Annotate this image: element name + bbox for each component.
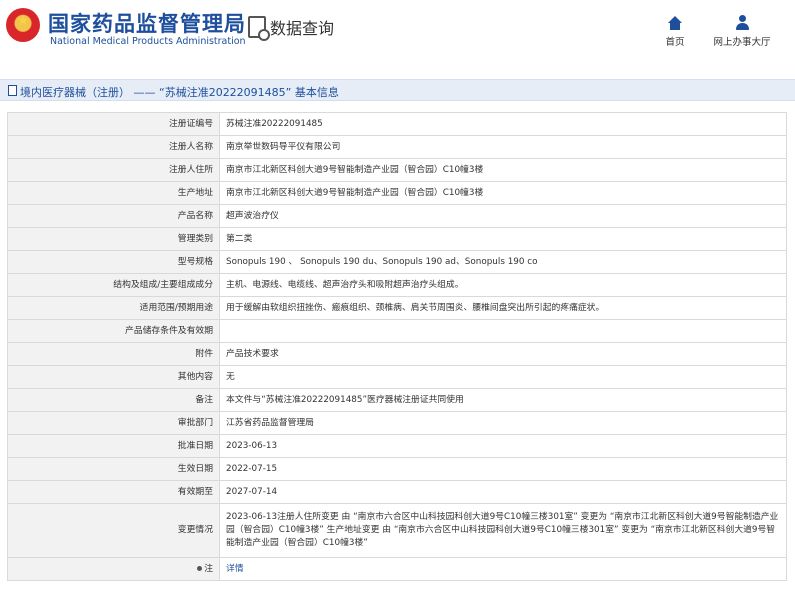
field-value: 2023-06-13 [219, 434, 787, 458]
note-icon [197, 565, 203, 571]
field-value: 南京市江北新区科创大道9号智能制造产业园（智合园）C10幢3楼 [219, 181, 787, 205]
field-value [219, 319, 787, 343]
field-value: Sonopuls 190 、 Sonopuls 190 du、Sonopuls … [219, 250, 787, 274]
table-row: 管理类别 第二类 [7, 227, 787, 251]
field-label: 型号规格 [7, 250, 220, 274]
field-label: 注 [7, 557, 220, 581]
field-value: 超声波治疗仪 [219, 204, 787, 228]
field-label: 管理类别 [7, 227, 220, 251]
field-value: 详情 [219, 557, 787, 581]
nav-online-hall[interactable]: 网上办事大厅 [707, 12, 777, 48]
field-value: 苏械注准20222091485 [219, 112, 787, 136]
page-titlebar: 境内医疗器械（注册） —— “苏械注准20222091485” 基本信息 [0, 79, 795, 101]
home-icon [640, 12, 710, 30]
site-subtitle: National Medical Products Administration [50, 36, 246, 47]
national-emblem-logo: ★ [6, 8, 40, 42]
field-value: 南京市江北新区科创大道9号智能制造产业园（智合园）C10幢3楼 [219, 158, 787, 182]
table-row: 产品储存条件及有效期 [7, 319, 787, 343]
registration-info-table: 注册证编号 苏械注准20222091485 注册人名称 南京举世数码导平仪有限公司 … [7, 112, 787, 581]
field-value: 主机、电源线、电缆线、超声治疗头和吸附超声治疗头组成。 [219, 273, 787, 297]
field-label: 审批部门 [7, 411, 220, 435]
field-label: 注册人名称 [7, 135, 220, 159]
site-title: 国家药品监督管理局 [48, 12, 246, 36]
field-value: 无 [219, 365, 787, 389]
table-row: 备注 本文件与“苏械注准20222091485”医疗器械注册证共同使用 [7, 388, 787, 412]
field-label: 变更情况 [7, 503, 220, 558]
data-query-label: 数据查询 [270, 19, 335, 38]
field-value: 南京举世数码导平仪有限公司 [219, 135, 787, 159]
table-row: 生效日期 2022-07-15 [7, 457, 787, 481]
field-label: 生效日期 [7, 457, 220, 481]
field-label: 其他内容 [7, 365, 220, 389]
table-row: 有效期至 2027-07-14 [7, 480, 787, 504]
search-document-icon [248, 16, 270, 41]
field-value: 产品技术要求 [219, 342, 787, 366]
table-row: 生产地址 南京市江北新区科创大道9号智能制造产业园（智合园）C10幢3楼 [7, 181, 787, 205]
table-row: 适用范围/预期用途 用于缓解由软组织扭挫伤、瘢痕组织、颈椎病、肩关节周围炎、腰椎间… [7, 296, 787, 320]
table-row: 型号规格 Sonopuls 190 、 Sonopuls 190 du、Sonop… [7, 250, 787, 274]
table-row: 其他内容无 [7, 365, 787, 389]
field-label: 产品储存条件及有效期 [7, 319, 220, 343]
field-label: 生产地址 [7, 181, 220, 205]
field-label: 注册人住所 [7, 158, 220, 182]
field-value: 2022-07-15 [219, 457, 787, 481]
table-row: 批准日期 2023-06-13 [7, 434, 787, 458]
field-label: 结构及组成/主要组成成分 [7, 273, 220, 297]
field-label-text: 注 [204, 563, 213, 574]
table-row: 注册人名称 南京举世数码导平仪有限公司 [7, 135, 787, 159]
user-icon [707, 12, 777, 30]
table-row: 变更情况 2023-06-13注册人住所变更 由 “南京市六合区中山科技园科创大道… [7, 503, 787, 558]
field-label: 有效期至 [7, 480, 220, 504]
table-row: 结构及组成/主要组成成分 主机、电源线、电缆线、超声治疗头和吸附超声治疗头组成。 [7, 273, 787, 297]
field-value: 本文件与“苏械注准20222091485”医疗器械注册证共同使用 [219, 388, 787, 412]
table-row: 注 详情 [7, 557, 787, 581]
table-row: 产品名称 超声波治疗仪 [7, 204, 787, 228]
field-label: 附件 [7, 342, 220, 366]
table-row: 注册证编号 苏械注准20222091485 [7, 112, 787, 136]
site-header: ★ 国家药品监督管理局 National Medical Products Ad… [0, 0, 795, 62]
nav-online-hall-label: 网上办事大厅 [713, 37, 771, 48]
table-row: 注册人住所 南京市江北新区科创大道9号智能制造产业园（智合园）C10幢3楼 [7, 158, 787, 182]
field-label: 适用范围/预期用途 [7, 296, 220, 320]
field-value: 2027-07-14 [219, 480, 787, 504]
document-icon [8, 85, 17, 96]
field-label: 备注 [7, 388, 220, 412]
page-title: 境内医疗器械（注册） —— “苏械注准20222091485” 基本信息 [20, 86, 339, 99]
field-value: 第二类 [219, 227, 787, 251]
table-row: 审批部门 江苏省药品监督管理局 [7, 411, 787, 435]
field-value: 2023-06-13注册人住所变更 由 “南京市六合区中山科技园科创大道9号C1… [219, 503, 787, 558]
nav-home-label: 首页 [665, 37, 685, 48]
field-label: 批准日期 [7, 434, 220, 458]
field-value: 用于缓解由软组织扭挫伤、瘢痕组织、颈椎病、肩关节周围炎、腰椎间盘突出所引起的疼痛… [219, 296, 787, 320]
data-query-link[interactable]: 数据查询 [248, 14, 335, 41]
details-link[interactable]: 详情 [226, 564, 244, 574]
table-row: 附件 产品技术要求 [7, 342, 787, 366]
field-label: 注册证编号 [7, 112, 220, 136]
field-value: 江苏省药品监督管理局 [219, 411, 787, 435]
field-label: 产品名称 [7, 204, 220, 228]
nav-home[interactable]: 首页 [640, 12, 710, 48]
